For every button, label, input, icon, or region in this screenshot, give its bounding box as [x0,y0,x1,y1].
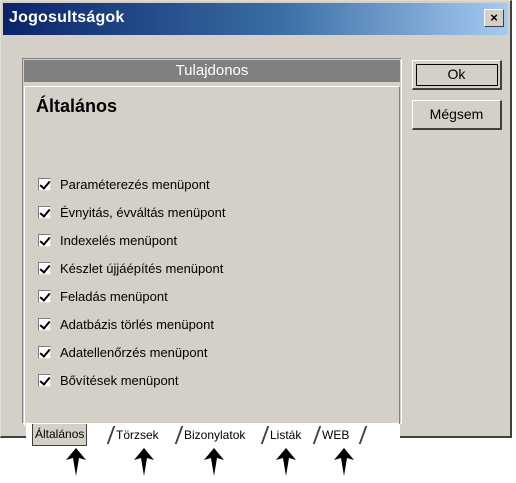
arrow-up-icon [130,446,158,478]
permission-label: Adatbázis törlés menüpont [60,316,214,332]
tab-separator [358,426,368,444]
permission-label: Indexelés menüpont [60,232,178,248]
cancel-button[interactable]: Mégsem [412,100,502,130]
checkbox[interactable] [38,373,51,387]
window-title: Jogosultságok [9,9,125,26]
permission-label: Készlet újjáépítés menüpont [60,260,224,276]
arrow-up-icon [272,446,300,478]
permission-item[interactable]: Adatellenőrzés menüpont [38,338,225,366]
permission-label: Adatellenőrzés menüpont [60,344,208,360]
permission-label: Évnyitás, évváltás menüpont [60,204,226,220]
permission-item[interactable]: Feladás menüpont [38,282,225,310]
permission-label: Feladás menüpont [60,288,168,304]
permission-item[interactable]: Indexelés menüpont [38,226,225,254]
close-button[interactable]: × [484,9,504,27]
permission-item[interactable]: Adatbázis törlés menüpont [38,310,225,338]
ok-button[interactable]: Ok [412,60,502,90]
checkbox[interactable] [38,289,51,303]
owner-header: Tulajdonos [24,60,400,82]
section-title: Általános [36,96,118,116]
close-icon: × [490,10,498,25]
permission-item[interactable]: Készlet újjáépítés menüpont [38,254,225,282]
permission-item[interactable]: Évnyitás, évváltás menüpont [38,198,225,226]
arrow-up-icon [62,446,90,478]
permission-item[interactable]: Bővítések menüpont [38,366,225,394]
title-bar[interactable]: Jogosultságok × [3,3,508,35]
checkbox[interactable] [38,261,51,275]
permission-list: Paraméterezés menüpont Évnyitás, évváltá… [38,170,225,394]
tab-listak[interactable]: Listák [268,426,303,444]
tab-torzsek[interactable]: Törzsek [114,426,161,444]
permission-item[interactable]: Paraméterezés menüpont [38,170,225,198]
tab-altalanos[interactable]: Általános [32,424,88,446]
checkbox[interactable] [38,205,51,219]
checkbox[interactable] [38,317,51,331]
permission-label: Paraméterezés menüpont [60,176,210,192]
tab-web[interactable]: WEB [320,426,351,444]
checkbox[interactable] [38,233,51,247]
tab-bizonylatok[interactable]: Bizonylatok [182,426,247,444]
arrow-up-icon [200,446,228,478]
arrow-up-icon [330,446,358,478]
permission-label: Bővítések menüpont [60,372,179,388]
checkbox[interactable] [38,177,51,191]
checkbox[interactable] [38,345,51,359]
